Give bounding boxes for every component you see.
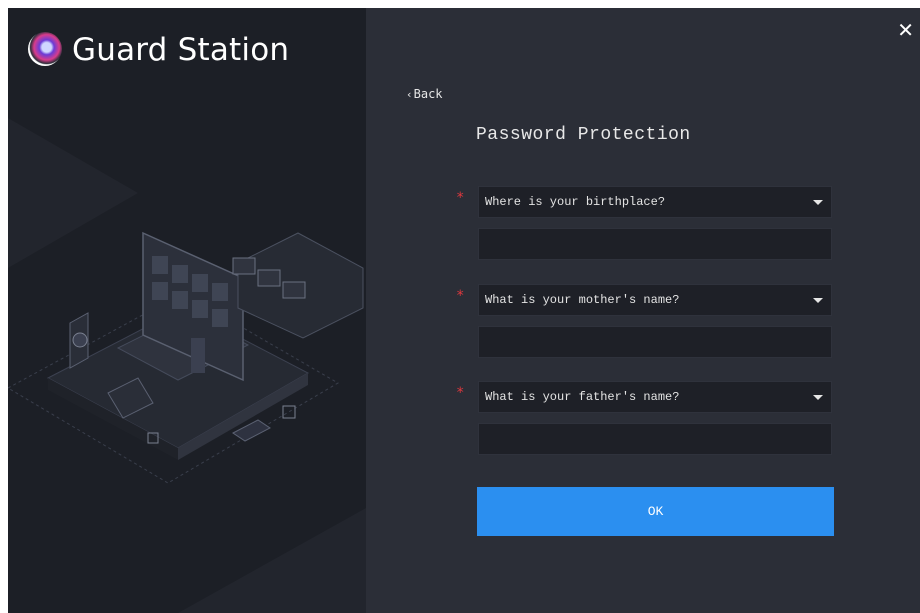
- app-title: Guard Station: [72, 32, 290, 68]
- required-mark: *: [456, 288, 465, 304]
- surveillance-illustration: [8, 118, 366, 613]
- answer-1-input[interactable]: [478, 228, 832, 260]
- caret-down-icon: [813, 200, 823, 205]
- back-button[interactable]: ‹Back: [406, 87, 443, 101]
- required-mark: *: [456, 385, 465, 401]
- brand-panel: Guard Station: [8, 8, 366, 613]
- caret-down-icon: [813, 395, 823, 400]
- login-window: Guard Station ✕ ‹Back Password Protectio…: [8, 8, 920, 613]
- question-1-dropdown[interactable]: Where is your birthplace?: [478, 186, 832, 218]
- guard-station-logo-icon: [28, 32, 62, 66]
- chevron-left-icon: ‹: [406, 88, 413, 101]
- ok-button[interactable]: OK: [477, 487, 834, 536]
- answer-3-input[interactable]: [478, 423, 832, 455]
- question-3-selected: What is your father's name?: [485, 390, 680, 404]
- back-label: Back: [413, 87, 443, 101]
- question-2-selected: What is your mother's name?: [485, 293, 680, 307]
- question-1-selected: Where is your birthplace?: [485, 195, 666, 209]
- password-protection-panel: ✕ ‹Back Password Protection * Where is y…: [366, 8, 920, 613]
- answer-2-input[interactable]: [478, 326, 832, 358]
- question-3-dropdown[interactable]: What is your father's name?: [478, 381, 832, 413]
- caret-down-icon: [813, 298, 823, 303]
- close-icon[interactable]: ✕: [897, 20, 914, 40]
- required-mark: *: [456, 190, 465, 206]
- page-title: Password Protection: [476, 125, 691, 145]
- question-2-dropdown[interactable]: What is your mother's name?: [478, 284, 832, 316]
